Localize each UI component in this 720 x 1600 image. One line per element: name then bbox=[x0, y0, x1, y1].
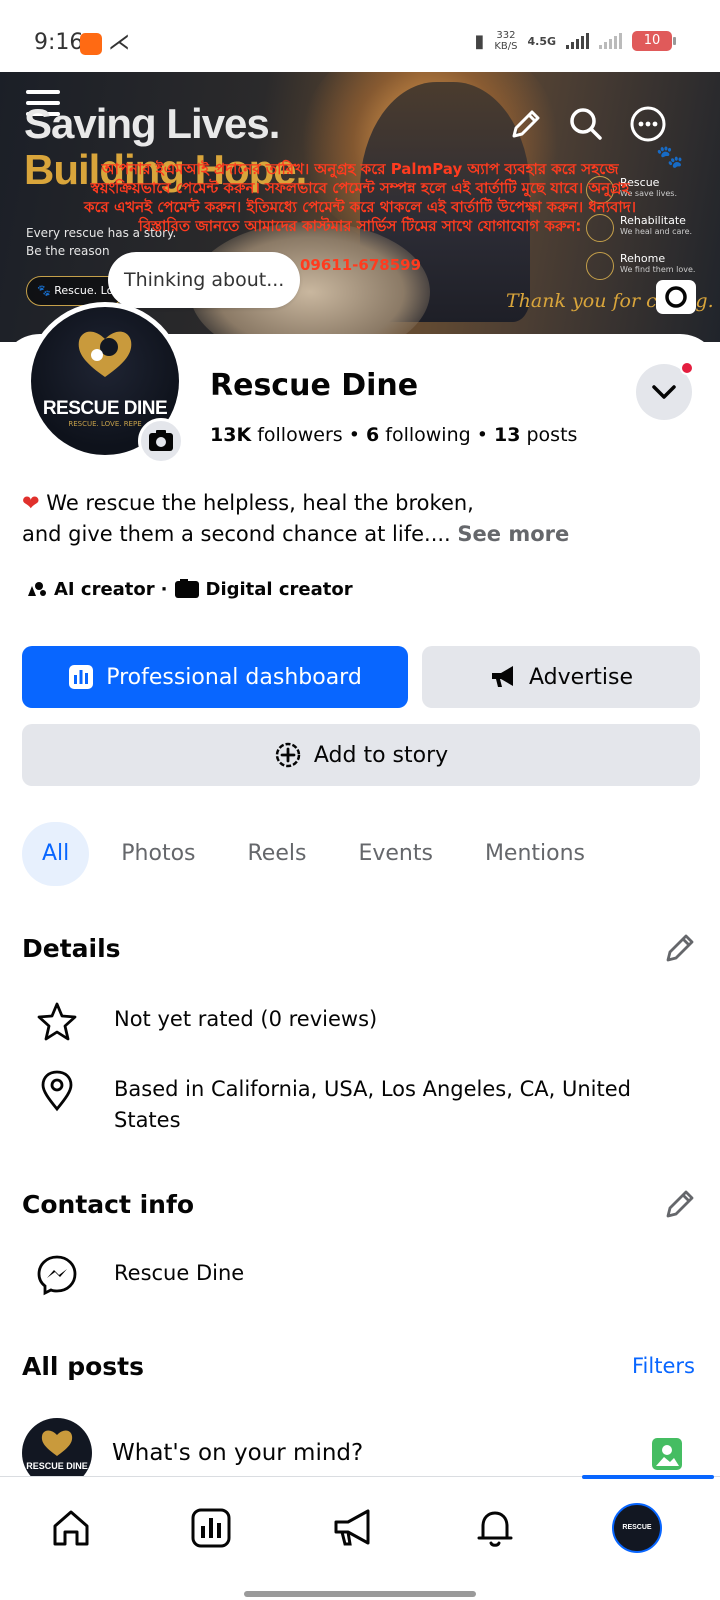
thought-bubble[interactable]: Thinking about... bbox=[108, 252, 301, 308]
add-story-icon bbox=[275, 742, 301, 768]
active-nav-indicator bbox=[582, 1475, 714, 1479]
posts-count: 13 bbox=[493, 424, 521, 446]
rating-text: Not yet rated (0 reviews) bbox=[114, 1007, 378, 1031]
notification-app-icon bbox=[80, 33, 102, 55]
cover-headline-line1: Saving Lives. bbox=[24, 100, 280, 147]
cover-side-item: Rehome We find them love. bbox=[586, 252, 706, 280]
megaphone-nav-icon bbox=[334, 1509, 370, 1546]
messenger-text: Rescue Dine bbox=[114, 1261, 245, 1285]
bio-line2: and give them a second chance at life...… bbox=[22, 522, 451, 546]
side-item-title: Rehome bbox=[620, 252, 666, 265]
heart-icon: ❤ bbox=[22, 491, 40, 515]
see-more-link[interactable]: See more bbox=[457, 522, 569, 546]
paw-circle-icon bbox=[586, 252, 614, 280]
following-label[interactable]: following bbox=[385, 424, 470, 446]
nav-profile[interactable]: RESCUE DINE bbox=[612, 1503, 662, 1577]
signal-bars-secondary-icon bbox=[599, 33, 622, 49]
avatar-camera-button[interactable] bbox=[138, 418, 184, 464]
network-type: 4.5G bbox=[527, 34, 556, 48]
location-pin-icon bbox=[41, 1070, 73, 1112]
status-bar: 9:16 ⋌ ▮ 332 KB/S 4.5G 10 bbox=[0, 0, 720, 72]
all-posts-title: All posts bbox=[22, 1352, 144, 1381]
battery-icon: 10 bbox=[632, 31, 676, 51]
tab-events[interactable]: Events bbox=[338, 822, 453, 886]
page-stats: 13K followers • 6 following • 13 posts bbox=[210, 424, 577, 446]
page-bio: ❤ We rescue the helpless, heal the broke… bbox=[22, 488, 692, 550]
vibrate-icon: ▮ bbox=[474, 30, 485, 52]
advertise-button[interactable]: Advertise bbox=[422, 646, 700, 708]
bell-icon bbox=[477, 1511, 513, 1547]
category-ai-creator: AI creator bbox=[54, 578, 155, 600]
professional-dashboard-button[interactable]: Professional dashboard bbox=[22, 646, 408, 708]
following-count[interactable]: 6 bbox=[366, 424, 379, 446]
cover-camera-icon[interactable] bbox=[656, 280, 696, 314]
side-item-desc: We find them love. bbox=[620, 265, 696, 274]
search-icon[interactable] bbox=[566, 104, 606, 144]
followers-label[interactable]: followers bbox=[257, 424, 342, 446]
star-icon bbox=[37, 1002, 77, 1041]
contact-messenger-row[interactable]: Rescue Dine bbox=[22, 1254, 702, 1296]
profile-tabs: All Photos Reels Events Mentions bbox=[22, 822, 605, 886]
more-icon[interactable] bbox=[628, 104, 668, 144]
megaphone-icon bbox=[492, 666, 514, 687]
photo-icon[interactable] bbox=[652, 1438, 682, 1470]
dashboard-icon bbox=[69, 665, 94, 689]
pencil-icon[interactable] bbox=[506, 104, 546, 144]
category-separator: · bbox=[160, 578, 168, 600]
tab-reels[interactable]: Reels bbox=[228, 822, 327, 886]
status-icons: ▮ 332 KB/S 4.5G 10 bbox=[474, 30, 676, 52]
home-indicator[interactable] bbox=[244, 1591, 476, 1597]
network-speed: 332 KB/S bbox=[494, 30, 517, 52]
composer-avatar-text: RESCUE DINE bbox=[26, 1461, 88, 1471]
tab-photos[interactable]: Photos bbox=[101, 822, 215, 886]
category-digital-creator: Digital creator bbox=[205, 578, 353, 600]
tab-mentions[interactable]: Mentions bbox=[465, 822, 605, 886]
composer-input[interactable]: What's on your mind? bbox=[112, 1440, 363, 1466]
dashboard-nav-icon bbox=[191, 1508, 231, 1548]
professional-dashboard-label: Professional dashboard bbox=[106, 664, 362, 690]
cover-overlay-phone: 09611-678599 bbox=[300, 256, 422, 274]
cover-overlay-message: আপনার ইএমআই প্রদানের তারিখ। অনুগ্রহ করে … bbox=[84, 160, 636, 235]
contact-info-title: Contact info bbox=[22, 1190, 195, 1219]
page-categories: AI creator · Digital creator bbox=[22, 578, 353, 600]
detail-location-row: Based in California, USA, Los Angeles, C… bbox=[22, 1070, 702, 1136]
messenger-icon bbox=[37, 1255, 77, 1296]
status-time: 9:16 bbox=[34, 30, 84, 55]
network-speed-unit: KB/S bbox=[494, 41, 518, 52]
digital-creator-icon bbox=[174, 579, 199, 598]
cover-pill-label: Rescue. Lo bbox=[54, 284, 114, 297]
followers-count[interactable]: 13K bbox=[210, 424, 251, 446]
advertise-label: Advertise bbox=[529, 664, 633, 690]
stats-separator: • bbox=[476, 424, 488, 446]
ai-creator-icon bbox=[28, 582, 46, 596]
add-to-story-button[interactable]: Add to story bbox=[22, 724, 700, 786]
nav-dashboard[interactable] bbox=[186, 1503, 236, 1553]
detail-rating-row: Not yet rated (0 reviews) bbox=[22, 1000, 702, 1042]
tab-all[interactable]: All bbox=[22, 822, 90, 886]
add-to-story-label: Add to story bbox=[313, 742, 449, 768]
details-title: Details bbox=[22, 934, 121, 963]
home-icon bbox=[53, 1510, 89, 1546]
notification-dot bbox=[680, 361, 694, 375]
stats-separator: • bbox=[348, 424, 360, 446]
filters-link[interactable]: Filters bbox=[632, 1354, 695, 1378]
rescue-logo-heart-icon bbox=[78, 331, 132, 377]
location-text: Based in California, USA, Los Angeles, C… bbox=[114, 1077, 631, 1132]
notification-signal-icon: ⋌ bbox=[108, 30, 130, 55]
nav-ads[interactable] bbox=[328, 1503, 378, 1553]
nav-home[interactable] bbox=[46, 1503, 96, 1553]
bio-line1: We rescue the helpless, heal the broken, bbox=[46, 491, 474, 515]
avatar-logo-text: RESCUE DINE bbox=[42, 398, 168, 419]
edit-details-pencil-icon[interactable] bbox=[662, 930, 698, 966]
bottom-navigation: RESCUE DINE bbox=[0, 1476, 720, 1600]
nav-profile-avatar: RESCUE DINE bbox=[612, 1503, 662, 1577]
edit-contact-pencil-icon[interactable] bbox=[662, 1186, 698, 1222]
nav-notifications[interactable] bbox=[470, 1503, 520, 1553]
signal-bars-icon bbox=[566, 33, 589, 49]
network-speed-value: 332 bbox=[496, 30, 516, 41]
posts-label: posts bbox=[526, 424, 578, 446]
paw-icon: 🐾 bbox=[656, 145, 684, 170]
camera-icon bbox=[149, 430, 173, 451]
page-title: Rescue Dine bbox=[210, 368, 419, 403]
